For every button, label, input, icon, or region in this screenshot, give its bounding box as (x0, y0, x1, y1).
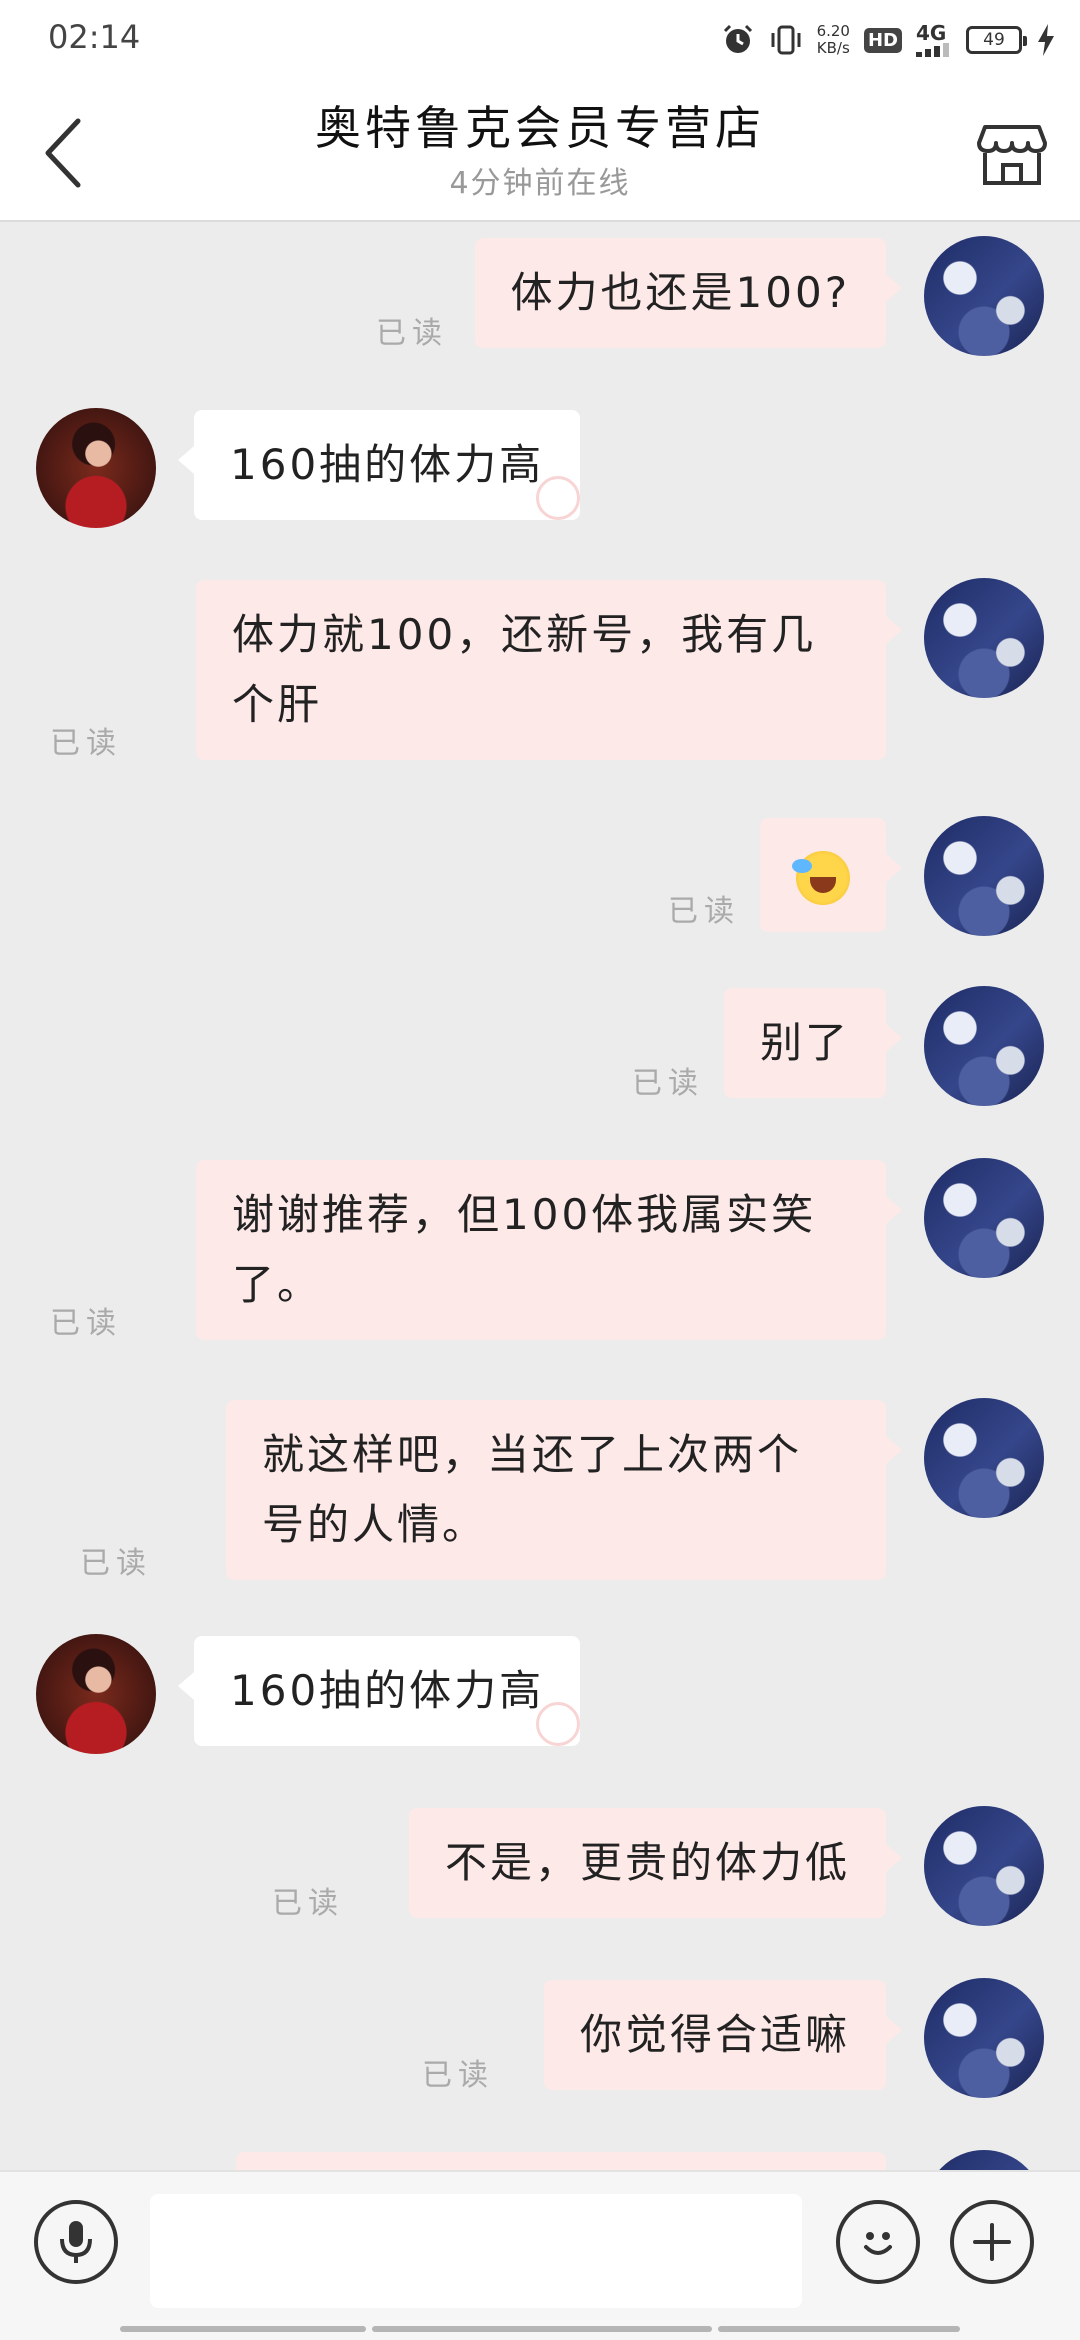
message-bubble-self[interactable]: 就这样吧，当还了上次两个 号的人情。 (226, 1400, 902, 1580)
self-avatar[interactable] (924, 816, 1044, 936)
laughing-crying-emoji-icon (792, 850, 850, 905)
self-avatar[interactable] (924, 1398, 1044, 1518)
read-receipt: 已读 (50, 1306, 122, 1341)
shop-avatar[interactable] (36, 408, 156, 528)
message-bubble-self[interactable]: 谢谢推荐，但100体我属实笑 了。 (196, 1160, 902, 1340)
read-receipt: 已读 (376, 316, 448, 351)
self-avatar[interactable] (924, 2150, 1044, 2170)
read-receipt: 已读 (422, 2058, 494, 2093)
shop-icon (977, 125, 1047, 185)
read-receipt: 已读 (632, 1066, 704, 1101)
vibrate-icon (769, 23, 803, 57)
message-text-line: 个肝 (232, 680, 323, 729)
message-text: 体力也还是100? (510, 268, 850, 317)
battery-icon: 49 (966, 26, 1027, 54)
message-text-line: 就这样吧，当还了上次两个 (262, 1430, 803, 1479)
read-receipt: 已读 (272, 1886, 344, 1921)
back-arrow-icon (45, 118, 81, 188)
shop-avatar[interactable] (36, 1634, 156, 1754)
message-bubble-other[interactable]: 160抽的体力高 (177, 410, 581, 520)
speed-value: 6.20 (816, 22, 850, 40)
message-bubble-self[interactable]: 体力也还是100? (474, 238, 903, 348)
message-text-line: 谢谢推荐，但100体我属实笑 (232, 1190, 817, 1239)
message-text-line: 体力就100，还新号，我有几 (232, 610, 817, 659)
status-bar: 02:14 6.20 KB/s HD 4G 49 (0, 0, 1080, 78)
microphone-icon (60, 2221, 92, 2263)
message-text: 不是，更贵的体力低 (444, 1838, 850, 1887)
status-time: 02:14 (48, 18, 141, 56)
message-text: 别了 (759, 1018, 850, 1067)
message-text: 你觉得合适嘛 (579, 2010, 850, 2059)
message-bubble-self[interactable]: 不是，更贵的体力低 (408, 1808, 903, 1918)
read-receipt: 已读 (668, 894, 740, 929)
read-receipt: 已读 (80, 1546, 152, 1581)
gesture-bar-segment (120, 2326, 366, 2332)
emoji-button[interactable] (836, 2200, 920, 2284)
self-avatar[interactable] (924, 1158, 1044, 1278)
message-bubble-self-partial[interactable] (236, 2152, 886, 2170)
watermark-icon (536, 1702, 581, 1746)
message-bubble-self[interactable]: 别了 (723, 988, 903, 1098)
self-avatar[interactable] (924, 578, 1044, 698)
message-bubble-self[interactable] (760, 818, 902, 932)
self-avatar[interactable] (924, 1978, 1044, 2098)
self-avatar[interactable] (924, 986, 1044, 1106)
message-text-line: 号的人情。 (262, 1500, 488, 1549)
message-text: 160抽的体力高 (230, 1666, 545, 1715)
chat-message-list[interactable]: 体力也还是100? 已读 160抽的体力高 体力就100，还新号，我有几 个肝 … (0, 222, 1080, 2170)
voice-input-button[interactable] (34, 2200, 118, 2284)
network-type: 4G (916, 21, 947, 45)
signal-icon: 4G (916, 23, 952, 57)
gesture-bar-segment (718, 2326, 960, 2332)
chat-header: 奥特鲁克会员专营店 4分钟前在线 (0, 78, 1080, 222)
input-bar (0, 2170, 1080, 2340)
hd-badge: HD (863, 27, 902, 53)
self-avatar[interactable] (924, 1806, 1044, 1926)
speed-unit: KB/s (816, 39, 850, 57)
plus-icon (973, 2223, 1011, 2261)
battery-level: 49 (983, 30, 1005, 50)
message-input[interactable] (150, 2194, 802, 2308)
self-avatar[interactable] (924, 236, 1044, 356)
back-button[interactable] (28, 108, 98, 198)
watermark-icon (536, 476, 581, 520)
gesture-bar-segment (372, 2326, 712, 2332)
message-text-line: 了。 (232, 1260, 323, 1309)
alarm-icon (721, 23, 755, 57)
charging-icon (1036, 24, 1056, 56)
message-bubble-other[interactable]: 160抽的体力高 (177, 1636, 581, 1746)
shop-name-title: 奥特鲁克会员专营店 (315, 101, 765, 155)
shop-button[interactable] (972, 114, 1052, 194)
message-bubble-self[interactable]: 体力就100，还新号，我有几 个肝 (196, 580, 902, 760)
smiley-icon (864, 2232, 892, 2255)
read-receipt: 已读 (50, 726, 122, 761)
message-text: 160抽的体力高 (230, 440, 545, 489)
network-speed: 6.20 KB/s (817, 23, 850, 57)
status-icons: 6.20 KB/s HD 4G 49 (721, 16, 1056, 64)
more-options-button[interactable] (950, 2200, 1034, 2284)
online-status: 4分钟前在线 (449, 166, 631, 201)
message-bubble-self[interactable]: 你觉得合适嘛 (543, 1980, 903, 2090)
